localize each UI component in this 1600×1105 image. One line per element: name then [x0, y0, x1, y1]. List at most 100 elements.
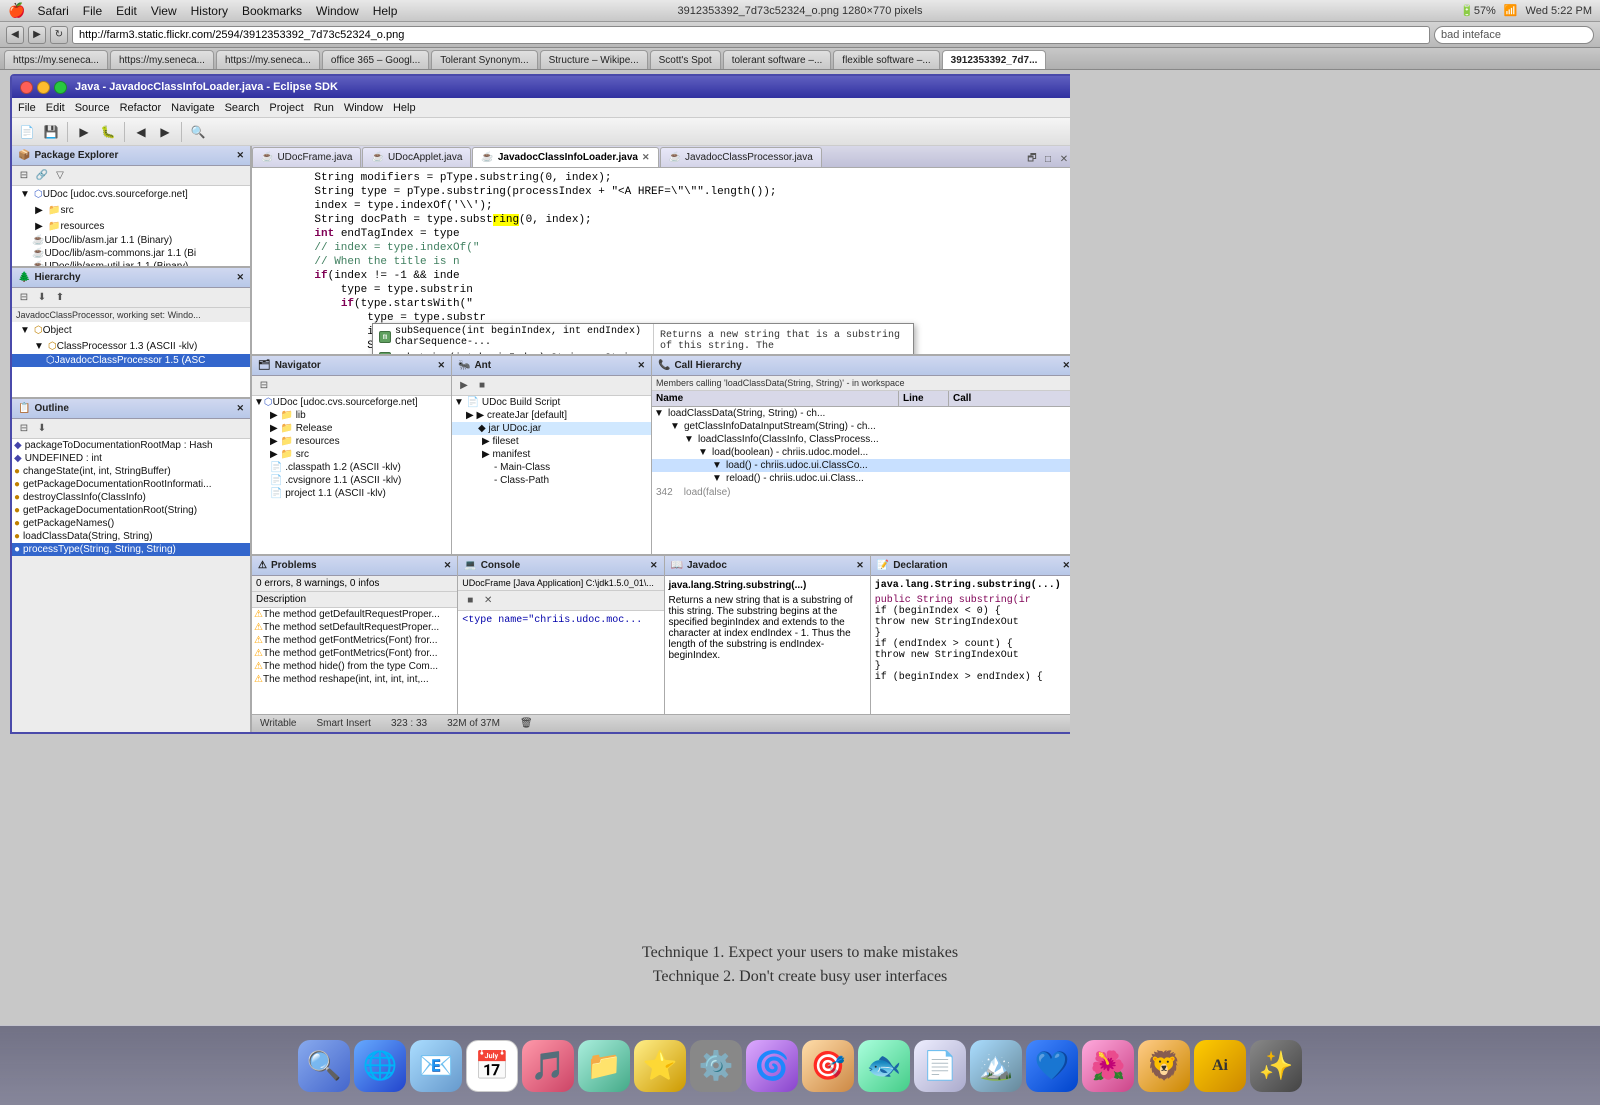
nav-item-cvsignore[interactable]: 📄 .cvsignore 1.1 (ASCII -klv)	[252, 474, 451, 487]
menu-window[interactable]: Window	[344, 102, 383, 114]
tab-7[interactable]: Scott's Spot	[650, 50, 721, 69]
outline-item-5[interactable]: ●destroyClassInfo(ClassInfo)	[12, 491, 250, 504]
forward-button[interactable]: ▶	[28, 26, 46, 44]
outline-close[interactable]: ✕	[236, 403, 244, 414]
tb-save[interactable]: 💾	[40, 121, 62, 143]
tree-item-asm-commons[interactable]: ☕ UDoc/lib/asm-commons.jar 1.1 (Bi	[12, 247, 250, 260]
menu-help[interactable]: Help	[393, 102, 416, 114]
nav-item-lib[interactable]: ▶ 📁 lib	[252, 409, 451, 422]
ch-expand-6[interactable]: ▼	[712, 473, 726, 484]
outline-item-1[interactable]: ◆packageToDocumentationRootMap : Hash	[12, 439, 250, 452]
dock-flower[interactable]: 🌺	[1082, 1040, 1134, 1092]
ant-close[interactable]: ✕	[637, 360, 645, 371]
tab-1[interactable]: https://my.seneca...	[4, 50, 108, 69]
dock-settings[interactable]: ⚙️	[690, 1040, 742, 1092]
pe-collapse[interactable]: ⊟	[16, 168, 32, 184]
ant-item-jar[interactable]: ◆ jar UDoc.jar	[452, 422, 651, 435]
prob-item-3[interactable]: ⚠ The method getFontMetrics(Font) fror..…	[252, 634, 457, 647]
reload-button[interactable]: ↻	[50, 26, 68, 44]
prob-item-1[interactable]: ⚠ The method getDefaultRequestProper...	[252, 608, 457, 621]
hier-btn3[interactable]: ⬆	[52, 290, 68, 306]
tb-search[interactable]: 🔍	[187, 121, 209, 143]
console-stop[interactable]: ■	[462, 593, 478, 609]
pe-link[interactable]: 🔗	[34, 168, 50, 184]
out-btn1[interactable]: ⊟	[16, 421, 32, 437]
ch-item-2[interactable]: ▼ getClassInfoDataInputStream(String) - …	[652, 420, 1076, 433]
outline-item-6[interactable]: ●getPackageDocumentationRoot(String)	[12, 504, 250, 517]
tb-fwd[interactable]: ▶	[154, 121, 176, 143]
hierarchy-close[interactable]: ✕	[236, 272, 244, 283]
pe-menu[interactable]: ▽	[52, 168, 68, 184]
dock-finder[interactable]: 🔍	[298, 1040, 350, 1092]
menu-view[interactable]: View	[151, 4, 177, 18]
ch-item-6[interactable]: ▼ reload() - chriis.udoc.ui.Class...	[652, 472, 1076, 485]
dock-mountain[interactable]: 🏔️	[970, 1040, 1022, 1092]
dock-calendar[interactable]: 📅	[466, 1040, 518, 1092]
ant-item-fileset[interactable]: ▶ fileset	[452, 435, 651, 448]
menu-safari[interactable]: Safari	[37, 4, 68, 18]
dock-doc[interactable]: 📄	[914, 1040, 966, 1092]
back-button[interactable]: ◀	[6, 26, 24, 44]
tab-3[interactable]: https://my.seneca...	[216, 50, 320, 69]
tree-item-src[interactable]: ▶ 📁 src	[12, 202, 250, 218]
prob-item-5[interactable]: ⚠ The method hide() from the type Com...	[252, 660, 457, 673]
editor-max[interactable]: □	[1040, 151, 1056, 167]
apple-menu[interactable]: 🍎	[8, 2, 25, 19]
dock-star[interactable]: ⭐	[634, 1040, 686, 1092]
outline-item-4[interactable]: ●getPackageDocumentationRootInformati...	[12, 478, 250, 491]
dock-itunes[interactable]: 🎵	[522, 1040, 574, 1092]
tab-4[interactable]: office 365 – Googl...	[322, 50, 429, 69]
console-close[interactable]: ✕	[650, 560, 658, 571]
menu-search[interactable]: Search	[225, 102, 260, 114]
ac-item-2[interactable]: m substring(int beginIndex) String - Str…	[373, 350, 653, 354]
dock-target[interactable]: 🎯	[802, 1040, 854, 1092]
out-btn2[interactable]: ⬇	[34, 421, 50, 437]
outline-item-8[interactable]: ●loadClassData(String, String)	[12, 530, 250, 543]
dock-ai[interactable]: Ai	[1194, 1040, 1246, 1092]
menu-edit[interactable]: Edit	[116, 4, 137, 18]
prob-item-4[interactable]: ⚠ The method getFontMetrics(Font) fror..…	[252, 647, 457, 660]
ch-expand-5[interactable]: ▼	[712, 460, 726, 471]
menu-source[interactable]: Source	[75, 102, 110, 114]
hier-btn1[interactable]: ⊟	[16, 290, 32, 306]
hier-classprocessor[interactable]: ▼ ⬡ ClassProcessor 1.3 (ASCII -klv)	[12, 338, 250, 354]
minimize-button[interactable]	[37, 81, 50, 94]
tab-9[interactable]: flexible software –...	[833, 50, 939, 69]
tab-javadocclassinfoloader[interactable]: ☕ JavadocClassInfoLoader.java ✕	[472, 147, 658, 167]
hier-expand2[interactable]: ▼	[32, 339, 46, 353]
menu-history[interactable]: History	[191, 4, 228, 18]
nav-item-udoc[interactable]: ▼ ⬡ UDoc [udoc.cvs.sourceforge.net]	[252, 396, 451, 409]
tree-item-resources[interactable]: ▶ 📁 resources	[12, 218, 250, 234]
ant-item-classpath[interactable]: - Class-Path	[452, 474, 651, 487]
nav-item-src[interactable]: ▶ 📁 src	[252, 448, 451, 461]
tree-item-asm[interactable]: ☕ UDoc/lib/asm.jar 1.1 (Binary)	[12, 234, 250, 247]
code-editor[interactable]: String modifiers = pType.substring(0, in…	[252, 168, 1076, 354]
hier-btn2[interactable]: ⬇	[34, 290, 50, 306]
tb-run[interactable]: ▶	[73, 121, 95, 143]
menu-refactor[interactable]: Refactor	[120, 102, 162, 114]
ch-item-3[interactable]: ▼ loadClassInfo(ClassInfo, ClassProcess.…	[652, 433, 1076, 446]
tab-8[interactable]: tolerant software –...	[723, 50, 832, 69]
outline-item-7[interactable]: ●getPackageNames()	[12, 517, 250, 530]
javadoc-close[interactable]: ✕	[856, 560, 864, 571]
menu-file[interactable]: File	[18, 102, 36, 114]
editor-min[interactable]: 🗗	[1024, 151, 1040, 167]
tb-debug[interactable]: 🐛	[97, 121, 119, 143]
ch-item-1[interactable]: ▼ loadClassData(String, String) - ch...	[652, 407, 1076, 420]
ch-expand-2[interactable]: ▼	[670, 421, 684, 432]
search-bar[interactable]: bad inteface	[1434, 26, 1594, 44]
dock-blue[interactable]: 💙	[1026, 1040, 1078, 1092]
ch-expand-3[interactable]: ▼	[684, 434, 698, 445]
console-clear[interactable]: ✕	[480, 593, 496, 609]
menu-edit[interactable]: Edit	[46, 102, 65, 114]
menu-window[interactable]: Window	[316, 4, 359, 18]
outline-item-3[interactable]: ●changeState(int, int, StringBuffer)	[12, 465, 250, 478]
ant-item-createjar[interactable]: ▶ ▶ createJar [default]	[452, 409, 651, 422]
ac-item-1[interactable]: m subSequence(int beginIndex, int endInd…	[373, 324, 653, 350]
nav-item-classpath[interactable]: 📄 .classpath 1.2 (ASCII -klv)	[252, 461, 451, 474]
ch-expand-1[interactable]: ▼	[654, 408, 668, 419]
tree-item-udoc[interactable]: ▼ ⬡ UDoc [udoc.cvs.sourceforge.net]	[12, 186, 250, 202]
ch-item-5[interactable]: ▼ load() - chriis.udoc.ui.ClassCo...	[652, 459, 1076, 472]
menu-help[interactable]: Help	[373, 4, 398, 18]
dock-browser[interactable]: 🌐	[354, 1040, 406, 1092]
